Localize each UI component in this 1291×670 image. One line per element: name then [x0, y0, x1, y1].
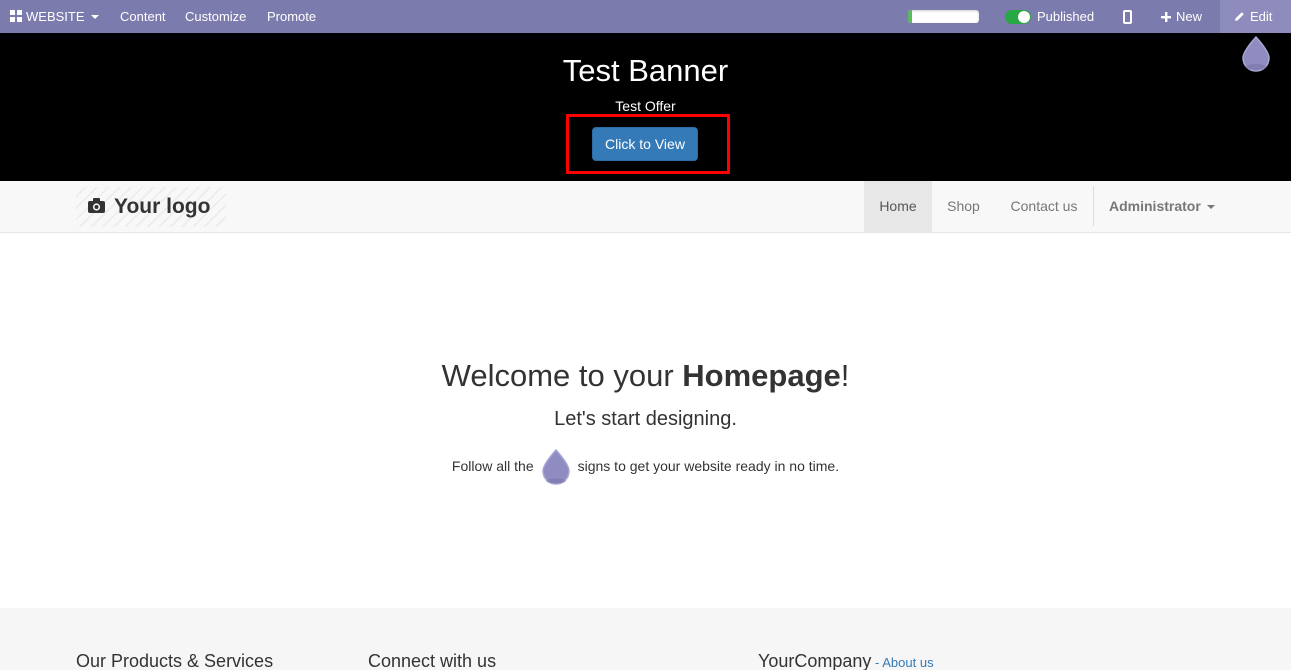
new-label: New: [1176, 9, 1203, 24]
nav-shop[interactable]: Shop: [932, 181, 995, 232]
welcome-suffix: !: [840, 358, 850, 393]
banner-title: Test Banner: [562, 53, 729, 88]
plus-icon: [1161, 12, 1171, 22]
published-toggle[interactable]: Published: [1005, 0, 1094, 33]
user-menu-dropdown[interactable]: Administrator: [1109, 181, 1215, 232]
mobile-preview-button[interactable]: [1123, 0, 1132, 33]
welcome-heading: Welcome to your Homepage!: [0, 358, 1291, 394]
footer-products-title: Our Products & Services: [76, 651, 274, 670]
welcome-prefix: Welcome to your: [441, 358, 683, 393]
user-name: Administrator: [1109, 198, 1201, 214]
click-to-view-button[interactable]: Click to View: [592, 127, 698, 161]
published-label: Published: [1037, 9, 1095, 24]
nav-home[interactable]: Home: [864, 181, 932, 232]
new-button[interactable]: New: [1161, 0, 1202, 33]
site-logo[interactable]: Your logo: [76, 187, 226, 227]
seo-progress-bar[interactable]: [908, 10, 979, 23]
nav-contact-us[interactable]: Contact us: [995, 181, 1093, 232]
edit-label: Edit: [1250, 9, 1273, 24]
site-footer: Our Products & Services Connect with us …: [0, 608, 1291, 670]
follow-prefix: Follow all the: [451, 458, 534, 474]
apps-grid-icon: [10, 10, 22, 22]
camera-icon: [88, 198, 105, 213]
chevron-down-icon: [90, 15, 99, 19]
drop-hint-icon[interactable]: [1241, 36, 1271, 72]
welcome-bold: Homepage: [682, 358, 841, 393]
site-navbar: Your logo Home Shop Contact us Administr…: [0, 181, 1291, 233]
mobile-preview-icon: [1123, 10, 1132, 24]
footer-connect-title: Connect with us: [368, 651, 497, 670]
about-us-link[interactable]: About us: [882, 655, 933, 670]
edit-button[interactable]: Edit: [1220, 0, 1291, 33]
logo-text: Your logo: [114, 195, 211, 218]
promo-banner: Test Banner Test Offer Click to View: [0, 33, 1291, 181]
company-name: YourCompany: [758, 651, 872, 670]
promote-menu[interactable]: Promote: [267, 0, 316, 33]
chevron-down-icon: [1206, 205, 1215, 209]
banner-subtitle: Test Offer: [615, 98, 676, 114]
footer-dash: -: [871, 655, 883, 670]
content-menu[interactable]: Content: [120, 0, 166, 33]
follow-hint-text: Follow all the signs to get your website…: [0, 446, 1291, 486]
drop-hint-icon: [541, 449, 570, 486]
nav-divider: [1093, 186, 1094, 226]
pencil-icon: [1235, 12, 1244, 21]
website-menu-button[interactable]: WEBSITE: [10, 0, 99, 33]
welcome-subtitle: Let's start designing.: [554, 408, 737, 430]
follow-suffix: signs to get your website ready in no ti…: [577, 458, 840, 474]
admin-topbar: WEBSITE Content Customize Promote Publis…: [0, 0, 1291, 33]
website-menu-label: WEBSITE: [26, 9, 85, 24]
customize-menu[interactable]: Customize: [185, 0, 246, 33]
toggle-switch-icon: [1005, 10, 1031, 24]
progress-fill: [908, 10, 913, 23]
footer-company-title: YourCompany - About us: [758, 650, 934, 670]
